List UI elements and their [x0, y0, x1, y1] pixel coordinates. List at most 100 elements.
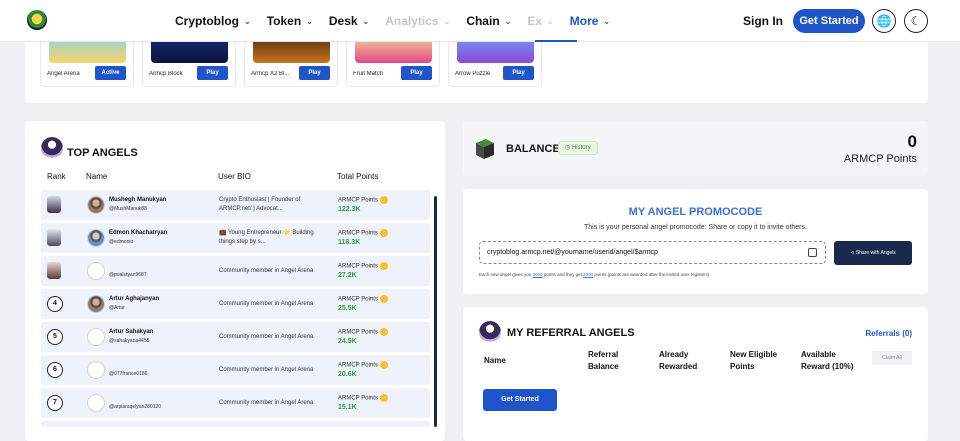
- balance-panel: BALANCE ◷ History 0 ARMCP Points: [463, 121, 928, 176]
- avatar: [87, 394, 105, 412]
- coin-icon: [379, 262, 388, 270]
- nav-label: Desk: [328, 14, 358, 28]
- game-play-button[interactable]: Play: [299, 66, 330, 80]
- theme-toggle-button[interactable]: ☾: [904, 9, 928, 33]
- rank-badge: 4: [47, 296, 63, 312]
- promocode-field[interactable]: cryptoblog.armcp.net/@yourname/userid/an…: [479, 241, 826, 264]
- balance-unit: ARMCP Points: [843, 153, 917, 165]
- points-label-text: ARMCP Points: [338, 197, 378, 204]
- avatar: [87, 196, 105, 214]
- wallet-cube-icon: [476, 139, 494, 159]
- user-bio: Community member in Angel Arena: [219, 400, 314, 406]
- table-row[interactable]: @poalstyan9687 Community member in Angel…: [41, 256, 430, 286]
- globe-icon: 🌐: [876, 14, 892, 28]
- table-row[interactable]: 6 @077france0186 Community member in Ang…: [41, 355, 430, 385]
- claim-all-button[interactable]: Claim All: [872, 351, 912, 365]
- col-bio: User BIO: [218, 172, 251, 181]
- game-play-button[interactable]: Play: [401, 66, 432, 80]
- avatar: [87, 295, 105, 313]
- game-play-button[interactable]: Play: [503, 66, 534, 80]
- coin-icon: [379, 361, 388, 369]
- balance-value: 0: [907, 132, 917, 151]
- coin-icon: [379, 328, 388, 336]
- nav-desk[interactable]: Desk ⌄: [329, 14, 369, 28]
- top-navbar: Cryptoblog ⌄ Token ⌄ Desk ⌄ Analytics ⌄ Chai…: [0, 0, 960, 42]
- col-ref-eligible: New Eligible Points: [730, 350, 778, 371]
- game-active-button[interactable]: Active: [95, 66, 126, 80]
- top-angels-panel: TOP ANGELS Rank Name User BIO Total Poin…: [25, 121, 445, 441]
- user-handle: @arpiaraqelyan280120: [109, 404, 162, 410]
- points-value: 15.1K: [338, 404, 357, 411]
- balance-title: BALANCE: [506, 143, 560, 155]
- user-handle: @077france0186: [109, 371, 148, 377]
- chevron-down-icon: ⌄: [504, 16, 512, 26]
- scrollbar[interactable]: [434, 196, 437, 427]
- history-button[interactable]: ◷ History: [558, 141, 598, 155]
- avatar: [87, 328, 105, 346]
- user-name: Mushegh Manukyan: [109, 197, 167, 203]
- user-bio: 💼 Young Entrepreneur 🌟 Building things s…: [219, 230, 314, 245]
- points-label: ARMCP Points: [338, 394, 388, 402]
- avatar: [87, 262, 105, 280]
- language-button[interactable]: 🌐: [872, 9, 896, 33]
- points-value: 118.3K: [338, 239, 361, 246]
- rank-badge: 7: [47, 395, 63, 411]
- chevron-down-icon: ⌄: [244, 16, 251, 26]
- top-angels-title: TOP ANGELS: [67, 147, 138, 159]
- table-row[interactable]: 5 Artur Sahakyan @sahakyana4455 Communit…: [41, 322, 430, 352]
- chevron-down-icon: ⌄: [443, 16, 451, 26]
- user-bio: Community member in Angel Arena: [219, 334, 314, 340]
- coin-icon: [379, 295, 388, 303]
- table-row[interactable]: Mushegh Manukyan @MushManuk88 Crypto Ent…: [41, 190, 430, 220]
- get-started-button[interactable]: Get Started: [793, 9, 865, 33]
- nav-token[interactable]: Token ⌄: [267, 14, 313, 28]
- site-logo[interactable]: [27, 10, 47, 30]
- copy-icon[interactable]: [808, 248, 817, 257]
- coin-icon: [379, 394, 388, 402]
- gold-medal-icon: [47, 196, 61, 213]
- points-label: ARMCP Points: [338, 328, 388, 336]
- points-value: 24.5K: [338, 338, 357, 345]
- nav-chain[interactable]: Chain ⌄: [466, 14, 511, 28]
- col-ref-rewarded: Already Rewarded: [659, 350, 698, 371]
- nav-cryptoblog[interactable]: Cryptoblog ⌄: [175, 14, 251, 28]
- coin-icon: [379, 229, 388, 237]
- table-row[interactable]: 4 Artur Aghajanyan @Artur Community memb…: [41, 289, 430, 319]
- referral-get-started-button[interactable]: Get Started: [483, 389, 557, 411]
- share-with-angels-button[interactable]: ⋖ Share with Angels: [834, 241, 912, 265]
- coin-icon: [379, 196, 388, 204]
- points-label-text: ARMCP Points: [338, 329, 378, 336]
- points-label: ARMCP Points: [338, 361, 388, 369]
- bronze-medal-icon: [47, 262, 61, 279]
- nav-more[interactable]: More ⌄: [570, 14, 610, 28]
- table-row[interactable]: Edmon Khachatryan @edmonio 💼 Young Entre…: [41, 223, 430, 253]
- game-play-button[interactable]: Play: [197, 66, 228, 80]
- promocode-value: cryptoblog.armcp.net/@yourname/userid/an…: [487, 249, 658, 256]
- col-rank: Rank: [47, 172, 66, 181]
- clock-icon: ◷: [565, 145, 571, 151]
- user-name: Edmon Khachatryan: [109, 230, 168, 236]
- nav-label: Token: [266, 14, 302, 28]
- table-row[interactable]: 7 @arpiaraqelyan280120 Community member …: [41, 388, 430, 418]
- referral-panel: MY REFERRAL ANGELS Referrals (0) Name Re…: [463, 307, 928, 441]
- user-handle: @sahakyana4455: [109, 338, 150, 344]
- promocode-title: MY ANGEL PROMOCODE: [628, 206, 763, 218]
- game-name: Arrow Puzzle: [455, 71, 491, 77]
- points-value: 20.6K: [338, 371, 357, 378]
- game-name: Armcp X2 Bl...: [251, 71, 290, 77]
- referrals-count-link[interactable]: Referrals (0): [865, 329, 912, 338]
- col-ref-available: Available Reward (10%): [801, 350, 854, 371]
- sign-in-link[interactable]: Sign In: [743, 14, 783, 28]
- game-name: Fruit Match: [353, 71, 384, 77]
- avatar: [87, 361, 105, 379]
- note-text: points (points are awarded after the inv…: [593, 272, 710, 277]
- points-value: 27.2K: [338, 272, 357, 279]
- points-label-text: ARMCP Points: [338, 296, 378, 303]
- rank-badge: 6: [47, 362, 63, 378]
- points-label: ARMCP Points: [338, 196, 388, 204]
- game-name: Armcp Block: [149, 71, 183, 77]
- points-value: 25.5K: [338, 305, 357, 312]
- points-value: 122.3K: [338, 206, 361, 213]
- table-row[interactable]: [41, 421, 430, 427]
- user-bio: Community member in Angel Arena: [219, 301, 314, 307]
